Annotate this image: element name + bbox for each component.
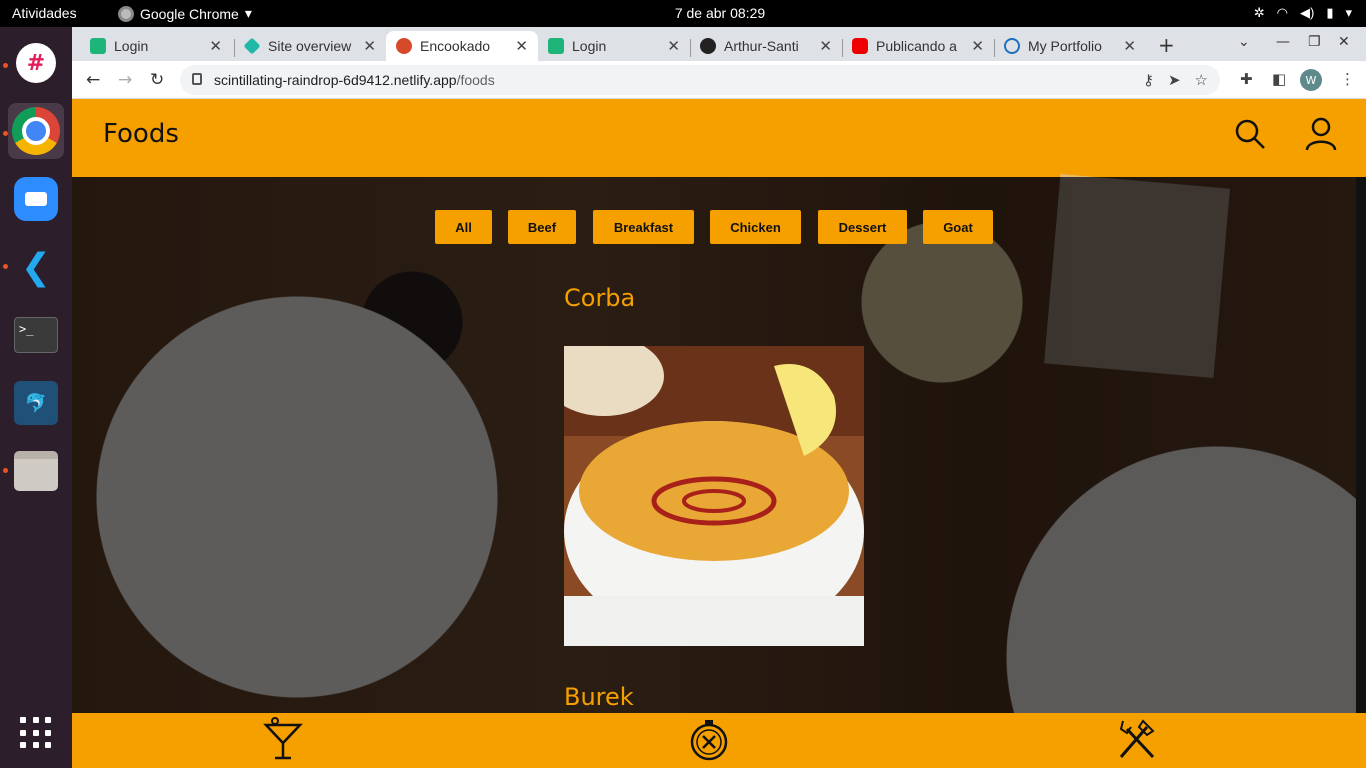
activities-button[interactable]: Atividades: [12, 5, 77, 21]
encookado-favicon-icon: [396, 38, 412, 54]
close-icon[interactable]: ✕: [209, 37, 222, 55]
close-icon[interactable]: ✕: [515, 37, 528, 55]
filter-all-button[interactable]: All: [435, 210, 492, 244]
dock: # ❮ >_ 🐬: [0, 27, 72, 768]
chevron-down-icon: ▾: [244, 5, 252, 21]
browser-tab-bar: Login ✕ Site overview ✕ Encookado ✕ Logi…: [72, 27, 1366, 61]
explore-icon[interactable]: [689, 717, 729, 761]
search-icon[interactable]: [1235, 119, 1265, 149]
filter-breakfast-button[interactable]: Breakfast: [593, 210, 694, 244]
close-icon[interactable]: ✕: [667, 37, 680, 55]
star-icon[interactable]: ☆: [1195, 71, 1208, 89]
slack-icon: #: [16, 43, 56, 83]
close-icon[interactable]: ✕: [1123, 37, 1136, 55]
menu-icon[interactable]: ⋮: [1340, 70, 1355, 88]
dock-mysql-workbench[interactable]: 🐬: [8, 375, 64, 431]
send-icon[interactable]: ➤: [1168, 71, 1181, 89]
food-card-title[interactable]: Burek: [564, 683, 634, 711]
zoom-icon: [14, 177, 58, 221]
terminal-icon: >_: [14, 317, 58, 353]
maximize-button[interactable]: ❐: [1308, 34, 1321, 50]
profile-avatar[interactable]: W: [1300, 69, 1322, 91]
tab-login-2[interactable]: Login ✕: [538, 31, 690, 61]
app-menu[interactable]: Google Chrome ▾: [118, 5, 252, 22]
tab-search-icon[interactable]: ⌄: [1238, 34, 1250, 50]
address-bar[interactable]: scintillating-raindrop-6d9412.netlify.ap…: [180, 65, 1220, 95]
tab-site-overview[interactable]: Site overview ✕: [234, 31, 386, 61]
mysql-workbench-icon: 🐬: [14, 381, 58, 425]
window-close-button[interactable]: ✕: [1338, 34, 1350, 50]
page-title: Foods: [103, 119, 179, 149]
dock-vscode[interactable]: ❮: [8, 239, 64, 295]
tab-my-portfolio[interactable]: My Portfolio ✕: [994, 31, 1146, 61]
close-icon[interactable]: ✕: [819, 37, 832, 55]
dock-files[interactable]: [8, 443, 64, 499]
tab-github[interactable]: Arthur-Santi ✕: [690, 31, 842, 61]
show-apps-icon[interactable]: [20, 717, 52, 749]
minimize-button[interactable]: —: [1276, 34, 1290, 50]
back-button[interactable]: ←: [86, 70, 100, 90]
chrome-icon: [12, 107, 60, 155]
url-path: /foods: [456, 72, 495, 88]
dock-terminal[interactable]: >_: [8, 307, 64, 363]
app-header: Foods: [72, 99, 1366, 177]
browser-toolbar: ← → ↻ scintillating-raindrop-6d9412.netl…: [72, 61, 1366, 99]
web-page: Foods All Beef Breakfast Chicken Dessert…: [72, 99, 1366, 768]
reload-button[interactable]: ↻: [150, 70, 164, 90]
system-tray[interactable]: ✲ ◠ ◀) ▮ ▾: [1254, 5, 1352, 21]
tab-label: Login: [114, 38, 149, 54]
filter-dessert-button[interactable]: Dessert: [818, 210, 907, 244]
lock-icon: [192, 73, 202, 85]
battery-icon: ▮: [1326, 5, 1334, 20]
tab-label: Encookado: [420, 38, 491, 54]
dock-zoom[interactable]: [8, 171, 64, 227]
close-icon[interactable]: ✕: [363, 37, 376, 55]
tab-youtube[interactable]: Publicando a ✕: [842, 31, 994, 61]
side-panel-icon[interactable]: ◧: [1272, 70, 1286, 88]
profile-icon[interactable]: [1305, 117, 1337, 151]
vscode-icon: ❮: [20, 246, 52, 288]
tab-label: Login: [572, 38, 607, 54]
tab-label: Publicando a: [876, 38, 957, 54]
bottom-navigation: [72, 713, 1366, 768]
volume-icon: ◀): [1299, 5, 1315, 20]
wifi-icon: ◠: [1276, 5, 1288, 20]
close-icon[interactable]: ✕: [971, 37, 984, 55]
extensions-icon[interactable]: ✚: [1240, 70, 1253, 88]
drinks-icon[interactable]: [263, 717, 303, 761]
food-card-image[interactable]: [564, 346, 864, 646]
foods-icon[interactable]: [1117, 717, 1157, 761]
tab-login[interactable]: Login ✕: [80, 31, 232, 61]
tab-encookado[interactable]: Encookado ✕: [386, 31, 538, 61]
netlify-favicon-icon: [243, 37, 261, 55]
github-icon: [700, 38, 716, 54]
accessibility-icon: ✲: [1253, 5, 1265, 20]
filter-goat-button[interactable]: Goat: [923, 210, 993, 244]
files-icon: [14, 451, 58, 491]
forward-button[interactable]: →: [118, 70, 132, 90]
url-host: scintillating-raindrop-6d9412.netlify.ap…: [214, 72, 457, 88]
tab-label: Site overview: [268, 38, 352, 54]
filter-chicken-button[interactable]: Chicken: [710, 210, 801, 244]
clock[interactable]: 7 de abr 08:29: [675, 5, 765, 21]
youtube-icon: [852, 38, 868, 54]
app-menu-label: Google Chrome: [140, 5, 239, 22]
dock-slack[interactable]: #: [8, 35, 64, 91]
login-favicon-icon: [548, 38, 564, 54]
chevron-down-icon: ▾: [1345, 5, 1352, 20]
chrome-icon: [118, 5, 134, 22]
dock-chrome[interactable]: [8, 103, 64, 159]
system-top-bar: Atividades Google Chrome ▾ 7 de abr 08:2…: [0, 0, 1366, 27]
react-icon: [1004, 38, 1020, 54]
tab-label: Arthur-Santi: [724, 38, 799, 54]
food-card-title[interactable]: Corba: [564, 284, 635, 312]
login-favicon-icon: [90, 38, 106, 54]
new-tab-button[interactable]: +: [1158, 33, 1175, 57]
tab-label: My Portfolio: [1028, 38, 1102, 54]
filter-beef-button[interactable]: Beef: [508, 210, 576, 244]
key-icon[interactable]: ⚷: [1143, 71, 1154, 89]
